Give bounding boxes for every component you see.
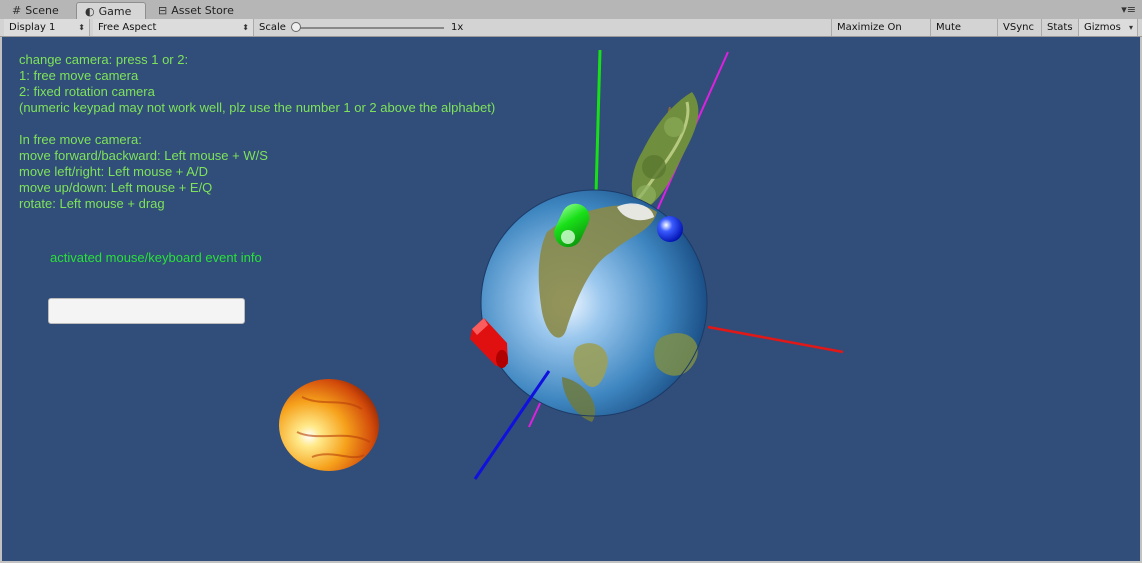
tab-bar: # Scene ◐ Game ⊟ Asset Store ▾≡ — [0, 0, 1142, 20]
event-info-field[interactable] — [48, 298, 245, 324]
maximize-on-play-toggle[interactable]: Maximize On Play — [831, 19, 931, 50]
tab-game-label: Game — [98, 5, 132, 18]
scale-label: Scale — [259, 22, 286, 33]
mute-audio-toggle[interactable]: Mute Audio — [931, 19, 998, 50]
display-dropdown-value: Display 1 — [9, 22, 56, 33]
tab-asset-store-label: Asset Store — [171, 4, 234, 17]
pacman-icon: ◐ — [85, 5, 95, 18]
dropdown-arrows-icon: ⬍ — [242, 23, 249, 32]
tab-scene-label: Scene — [25, 4, 59, 17]
aspect-dropdown[interactable]: Free Aspect ⬍ — [93, 19, 254, 36]
grid-icon: # — [12, 4, 22, 17]
display-dropdown[interactable]: Display 1 ⬍ — [4, 19, 90, 36]
y-axis-line — [594, 49, 602, 196]
tab-menu-icon[interactable]: ▾≡ — [1121, 3, 1136, 16]
gizmos-label: Gizmos — [1084, 22, 1121, 33]
rotation-axis-line-lower — [528, 398, 543, 428]
dropdown-arrow-icon: ▾ — [1128, 23, 1133, 32]
z-axis-line — [473, 370, 551, 480]
game-toolbar: Display 1 ⬍ Free Aspect ⬍ Scale 1x Maxim… — [0, 19, 1142, 50]
x-axis-line — [707, 325, 844, 354]
bag-icon: ⊟ — [158, 4, 168, 17]
event-info-label: activated mouse/keyboard event info — [50, 250, 262, 265]
scale-slider-handle[interactable] — [291, 22, 301, 32]
camera-instructions: change camera: press 1 or 2: 1: free mov… — [19, 52, 496, 211]
gizmos-dropdown[interactable]: Gizmos ▾ — [1079, 19, 1138, 36]
blue-sphere — [657, 216, 683, 242]
vsync-toggle[interactable]: VSync — [998, 19, 1042, 36]
tab-asset-store[interactable]: ⊟ Asset Store — [150, 2, 246, 19]
aspect-dropdown-value: Free Aspect — [98, 22, 157, 33]
stats-toggle[interactable]: Stats — [1042, 19, 1079, 36]
scale-slider-track[interactable] — [296, 27, 444, 29]
tab-game[interactable]: ◐ Game — [76, 2, 146, 19]
sun-sphere — [279, 379, 379, 471]
dropdown-arrows-icon: ⬍ — [78, 23, 85, 32]
game-view[interactable]: change camera: press 1 or 2: 1: free mov… — [2, 37, 1140, 561]
tab-scene[interactable]: # Scene — [4, 2, 74, 19]
scale-value: 1x — [451, 22, 464, 33]
